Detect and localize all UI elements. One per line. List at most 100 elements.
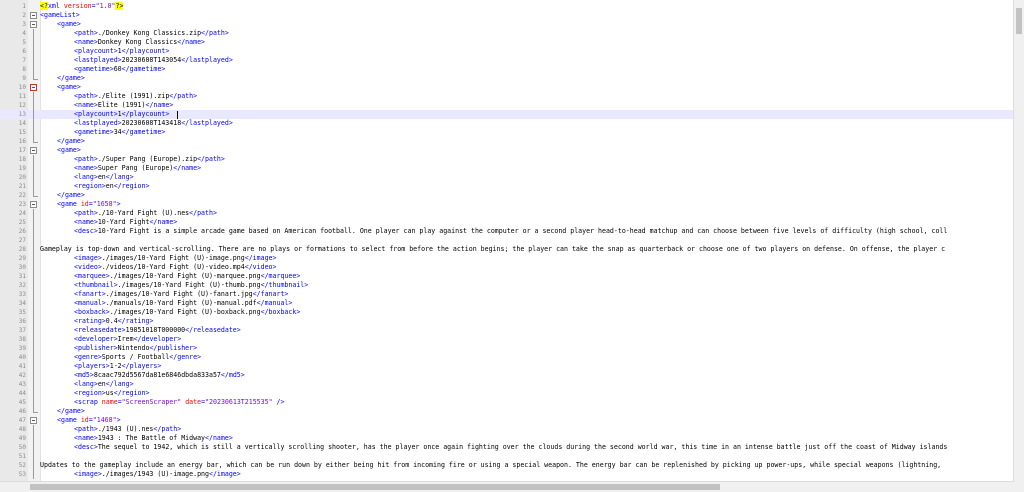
code-line[interactable]: 44 <region>us</region> [0, 389, 1014, 398]
line-number: 25 [18, 219, 26, 226]
text-caret [177, 111, 178, 119]
code-line[interactable]: 49 <name>1943 : The Battle of Midway</nam… [0, 434, 1014, 443]
code-line[interactable]: 38 <developer>Irem</developer> [0, 335, 1014, 344]
code-line[interactable]: 2 <gameList> [0, 11, 1014, 20]
markup-token: </lang> [105, 173, 134, 181]
code-line[interactable]: 43 <lang>en</lang> [0, 380, 1014, 389]
text-token: Super Pang (Europe) [97, 164, 174, 172]
code-line[interactable]: 6 <playcount>1</playcount> [0, 47, 1014, 56]
line-number: 14 [18, 120, 26, 127]
horizontal-scroll-thumb[interactable] [30, 484, 720, 490]
text-token: 10-Yard Fight [97, 218, 150, 226]
code-line[interactable]: 42 <md5>8caac792d5567da81e6846dbda833a57<… [0, 371, 1014, 380]
code-line[interactable]: 18 <path>./Super Pang (Europe).zip</path> [0, 155, 1014, 164]
markup-token: "1.0" [95, 2, 116, 10]
code-line[interactable]: 48 <path>./1943 (U).nes</path> [0, 425, 1014, 434]
fold-toggle-icon[interactable] [30, 416, 37, 425]
code-line[interactable]: 32 <thumbnail>./images/10-Yard Fight (U)-… [0, 281, 1014, 290]
fold-line-marker [30, 272, 37, 281]
code-line[interactable]: 35 <boxback>./images/10-Yard Fight (U)-bo… [0, 308, 1014, 317]
fold-line-marker [30, 353, 37, 362]
code-line[interactable]: 7 <lastplayed>20230608T143054</lastplayed… [0, 56, 1014, 65]
line-content: <boxback>./images/10-Yard Fight (U)-boxb… [74, 308, 300, 317]
code-line[interactable]: 28 Gameplay is top-down and vertical-scro… [0, 245, 1014, 254]
markup-token: </releasedate> [185, 326, 241, 334]
code-line[interactable]: 34 <manual>./manuals/10-Yard Fight (U)-ma… [0, 299, 1014, 308]
code-line[interactable]: 47 <game id="1468"> [0, 416, 1014, 425]
code-line[interactable]: 19 <name>Super Pang (Europe)</name> [0, 164, 1014, 173]
code-line[interactable]: 41 <players>1-2</players> [0, 362, 1014, 371]
code-line[interactable]: 33 <fanart>./images/10-Yard Fight (U)-fan… [0, 290, 1014, 299]
fold-line-marker [30, 128, 37, 137]
text-token: en [105, 182, 114, 190]
line-content: <region>us</region> [74, 389, 149, 398]
code-line[interactable]: 13 <playcount>1</playcount> [0, 110, 1014, 119]
line-content: <path>./Donkey Kong Classics.zip</path> [74, 29, 229, 38]
line-number: 44 [18, 390, 26, 397]
line-number: 3 [22, 21, 26, 28]
code-line[interactable]: 16 </game> [0, 137, 1014, 146]
fold-line-marker [30, 245, 37, 254]
code-line[interactable]: 50 <desc>The sequel to 1942, which is sti… [0, 443, 1014, 452]
fold-line-marker [30, 389, 37, 398]
line-content: <?xml version="1.0"?> [40, 2, 124, 11]
code-line[interactable]: 20 <lang>en</lang> [0, 173, 1014, 182]
fold-line-marker [30, 182, 37, 191]
code-line[interactable]: 12 <name>Elite (1991)</name> [0, 101, 1014, 110]
code-line[interactable]: 14 <lastplayed>20230608T143418</lastplaye… [0, 119, 1014, 128]
code-line[interactable]: 39 <publisher>Nintendo</publisher> [0, 344, 1014, 353]
fold-toggle-icon[interactable] [30, 146, 37, 155]
code-line[interactable]: 23 <game id="1658"> [0, 200, 1014, 209]
code-line[interactable]: 51 [0, 452, 1014, 461]
code-line[interactable]: 30 <video>./videos/10-Yard Fight (U)-vide… [0, 263, 1014, 272]
markup-token: <game [57, 416, 81, 424]
code-line[interactable]: 40 <genre>Sports / Football</genre> [0, 353, 1014, 362]
code-line[interactable]: 45 <scrap name="ScreenScraper" date="2023… [0, 398, 1014, 407]
code-line[interactable]: 24 <path>./10-Yard Fight (U).nes</path> [0, 209, 1014, 218]
code-line[interactable]: 3 <game> [0, 20, 1014, 29]
markup-token: <genre> [74, 353, 102, 361]
line-number: 9 [22, 75, 26, 82]
code-line[interactable]: 21 <region>en</region> [0, 182, 1014, 191]
fold-toggle-icon[interactable] [30, 200, 37, 209]
code-line[interactable]: 52 Updates to the gameplay include an ene… [0, 461, 1014, 470]
code-line[interactable]: 22 </game> [0, 191, 1014, 200]
markup-token: "1658" [92, 200, 117, 208]
line-number: 53 [18, 471, 26, 478]
code-line[interactable]: 8 <gametime>60</gametime> [0, 65, 1014, 74]
text-editor[interactable]: 1 <?xml version="1.0"?> 2 <gameList> 3 <game>… [0, 0, 1014, 482]
text-token: 1943 : The Battle of Midway [97, 434, 206, 442]
code-line[interactable]: 46 </game> [0, 407, 1014, 416]
line-content: <desc>The sequel to 1942, which is still… [74, 443, 947, 452]
markup-token: <rating> [74, 317, 106, 325]
code-line[interactable]: 9 </game> [0, 74, 1014, 83]
fold-toggle-icon[interactable] [30, 20, 37, 29]
code-line[interactable]: 25 <name>10-Yard Fight</name> [0, 218, 1014, 227]
line-number: 18 [18, 156, 26, 163]
markup-token: /> [272, 398, 285, 406]
vertical-scrollbar[interactable] [1013, 0, 1024, 482]
code-line[interactable]: 26 <desc>10-Yard Fight is a simple arcade… [0, 227, 1014, 236]
code-line[interactable]: 15 <gametime>34</gametime> [0, 128, 1014, 137]
code-line[interactable]: 4 <path>./Donkey Kong Classics.zip</path> [0, 29, 1014, 38]
code-line[interactable]: 29 <image>./images/10-Yard Fight (U)-imag… [0, 254, 1014, 263]
code-line[interactable]: 11 <path>./Elite (1991).zip</path> [0, 92, 1014, 101]
code-line[interactable]: 5 <name>Donkey Kong Classics</name> [0, 38, 1014, 47]
code-line[interactable]: 17 <game> [0, 146, 1014, 155]
code-line[interactable]: 1 <?xml version="1.0"?> [0, 2, 1014, 11]
fold-line-marker [30, 434, 37, 443]
code-line[interactable]: 31 <marquee>./images/10-Yard Fight (U)-ma… [0, 272, 1014, 281]
code-line[interactable]: 37 <releasedate>19851018T000000</released… [0, 326, 1014, 335]
fold-end-marker [30, 74, 38, 83]
fold-toggle-icon[interactable] [30, 11, 37, 20]
markup-token: </publisher> [149, 344, 198, 352]
vertical-scroll-thumb[interactable] [1016, 8, 1022, 34]
fold-toggle-icon[interactable] [30, 83, 37, 92]
code-line[interactable]: 10 <game> [0, 83, 1014, 92]
markup-token: <image> [74, 470, 102, 478]
code-line[interactable]: 36 <rating>0.4</rating> [0, 317, 1014, 326]
code-line[interactable]: 27 [0, 236, 1014, 245]
horizontal-scrollbar[interactable] [0, 481, 1014, 492]
code-line[interactable]: 53 <image>./images/1943 (U)-image.png</im… [0, 470, 1014, 479]
line-content: <developer>Irem</developer> [74, 335, 181, 344]
